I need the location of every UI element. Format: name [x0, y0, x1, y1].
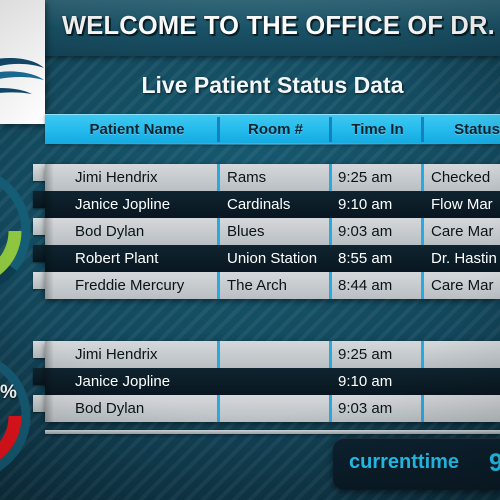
- current-time-panel: currenttime 9: [333, 438, 500, 490]
- table-row[interactable]: Robert Plant Union Station 8:55 am Dr. Hast…: [45, 245, 500, 272]
- cell-status: [431, 341, 500, 368]
- patient-table-secondary: Jimi Hendrix 9:25 am Janice Jopline 9:10 am…: [45, 341, 500, 422]
- row-edge-shade: [45, 272, 54, 299]
- row-edge-shade: [45, 395, 54, 422]
- cell-patient-name: Bod Dylan: [75, 223, 145, 240]
- cell-room: Cardinals: [227, 196, 291, 213]
- cell-room: [227, 341, 327, 368]
- cell-divider: [217, 191, 220, 218]
- cell-divider: [421, 272, 424, 299]
- cell-patient-name: Robert Plant: [75, 250, 159, 267]
- table-bottom-band: [45, 430, 500, 434]
- cell-divider: [421, 245, 424, 272]
- cell-divider: [217, 368, 220, 395]
- cell-divider: [329, 341, 332, 368]
- cell-room: Union Station: [227, 250, 318, 267]
- cell-divider: [217, 341, 220, 368]
- red-gauge-value: %: [0, 382, 17, 403]
- cell-room: Rams: [227, 169, 267, 186]
- cell-divider: [329, 164, 332, 191]
- table-row[interactable]: Bod Dylan Blues 9:03 am Care Mar: [45, 218, 500, 245]
- cell-divider: [329, 272, 332, 299]
- cell-divider: [217, 164, 220, 191]
- table-top-hairline: [45, 143, 500, 145]
- cell-status: Care Mar: [431, 277, 494, 294]
- column-divider: [421, 117, 424, 142]
- row-edge-shade: [45, 341, 54, 368]
- cell-time-in: 9:25 am: [338, 169, 393, 186]
- row-edge-shade: [45, 164, 54, 191]
- cell-divider: [329, 191, 332, 218]
- cell-divider: [217, 272, 220, 299]
- row-edge-shade: [45, 218, 54, 245]
- row-edge-shade: [45, 191, 54, 218]
- cell-divider: [421, 395, 424, 422]
- cell-status: Dr. Hastin: [431, 250, 497, 267]
- cell-divider: [217, 245, 220, 272]
- cell-divider: [217, 218, 220, 245]
- cell-divider: [421, 164, 424, 191]
- row-edge-shade: [45, 245, 54, 272]
- column-header-room[interactable]: Room #: [223, 115, 328, 144]
- cell-divider: [421, 341, 424, 368]
- cell-time-in: 9:25 am: [338, 346, 393, 363]
- cell-room: [227, 368, 327, 395]
- cell-room: The Arch: [227, 277, 288, 294]
- logo-panel: [0, 0, 45, 124]
- page-title: WELCOME TO THE OFFICE OF DR.: [62, 12, 495, 40]
- table-column-header: Patient Name Room # Time In Status: [45, 114, 500, 144]
- cell-patient-name: Jimi Hendrix: [75, 346, 158, 363]
- column-header-status[interactable]: Status: [427, 115, 500, 144]
- cell-time-in: 8:55 am: [338, 250, 393, 267]
- subtitle: Live Patient Status Data: [141, 72, 404, 98]
- column-divider: [329, 117, 332, 142]
- cell-time-in: 9:10 am: [338, 373, 393, 390]
- table-row[interactable]: Janice Jopline Cardinals 9:10 am Flow Mar: [45, 191, 500, 218]
- cell-time-in: 9:03 am: [338, 223, 393, 240]
- table-row[interactable]: Bod Dylan 9:03 am: [45, 395, 500, 422]
- cell-status: [431, 368, 500, 395]
- cell-status: [431, 395, 500, 422]
- current-time-value: 9: [489, 449, 500, 477]
- table-row[interactable]: Jimi Hendrix Rams 9:25 am Checked: [45, 164, 500, 191]
- cell-status: Checked: [431, 169, 491, 186]
- table-row[interactable]: Jimi Hendrix 9:25 am: [45, 341, 500, 368]
- column-header-patient-name[interactable]: Patient Name: [57, 115, 217, 144]
- cell-divider: [217, 395, 220, 422]
- dashboard-screen: WELCOME TO THE OFFICE OF DR. Live Patien…: [0, 0, 500, 500]
- cell-time-in: 9:03 am: [338, 400, 393, 417]
- patient-table-primary: Jimi Hendrix Rams 9:25 am Checked Janice Jop…: [45, 164, 500, 299]
- cell-divider: [329, 218, 332, 245]
- cell-time-in: 9:10 am: [338, 196, 393, 213]
- cell-room: Blues: [227, 223, 265, 240]
- cell-patient-name: Jimi Hendrix: [75, 169, 158, 186]
- row-edge-shade: [45, 368, 54, 395]
- cell-divider: [421, 218, 424, 245]
- cell-time-in: 8:44 am: [338, 277, 393, 294]
- swoosh-logo-icon: [0, 57, 44, 94]
- cell-patient-name: Janice Jopline: [75, 373, 171, 390]
- cell-patient-name: Bod Dylan: [75, 400, 145, 417]
- table-row[interactable]: Freddie Mercury The Arch 8:44 am Care Mar: [45, 272, 500, 299]
- cell-divider: [329, 395, 332, 422]
- column-header-time-in[interactable]: Time In: [335, 115, 420, 144]
- column-divider: [217, 117, 220, 142]
- table-row[interactable]: Janice Jopline 9:10 am: [45, 368, 500, 395]
- cell-status: Care Mar: [431, 223, 494, 240]
- cell-room: [227, 395, 327, 422]
- cell-patient-name: Janice Jopline: [75, 196, 171, 213]
- cell-divider: [329, 245, 332, 272]
- cell-divider: [421, 368, 424, 395]
- cell-patient-name: Freddie Mercury: [75, 277, 185, 294]
- cell-divider: [329, 368, 332, 395]
- current-time-label: currenttime: [349, 451, 460, 473]
- cell-divider: [421, 191, 424, 218]
- cell-status: Flow Mar: [431, 196, 493, 213]
